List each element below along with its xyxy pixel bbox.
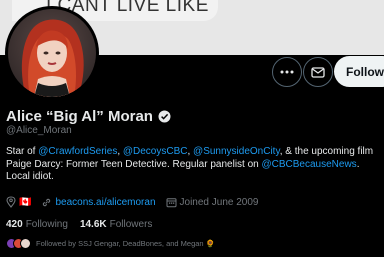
followers-count-link[interactable]: 14.6K Followers [80, 219, 152, 230]
joined-item: Joined June 2009 [166, 196, 259, 208]
display-name: Alice “Big Al” Moran [6, 108, 153, 125]
more-options-button[interactable] [272, 57, 302, 87]
mention-crawford-series[interactable]: @CrawfordSeries [38, 146, 117, 157]
website-item[interactable]: beacons.ai/alicemoran [41, 197, 156, 208]
follower-avatars [6, 238, 31, 249]
location-pin-icon [6, 196, 16, 208]
avatar-image [8, 9, 96, 97]
profile-handle: @Alice_Moran [6, 125, 72, 136]
followers-count: 14.6K [79, 219, 107, 230]
followed-by-row[interactable]: Followed by SSJ Gengar, DeadBones, and M… [6, 238, 215, 249]
link-icon [43, 198, 51, 206]
more-icon [280, 70, 294, 74]
verified-badge-icon[interactable] [158, 110, 171, 123]
followers-label: Followers [109, 219, 153, 230]
envelope-icon [311, 66, 325, 78]
mention-cbc-because-news[interactable]: @CBCBecauseNews [262, 159, 357, 170]
bio-text: Star of [6, 146, 39, 157]
calendar-icon [166, 197, 177, 207]
mention-decoys-cbc[interactable]: @DecoysCBC [123, 146, 188, 157]
website-link[interactable]: beacons.ai/alicemoran [55, 197, 155, 208]
following-label: Following [25, 219, 68, 230]
following-count: 420 [6, 219, 23, 230]
followed-by-text: Followed by SSJ Gengar, DeadBones, and M… [36, 239, 216, 248]
follow-button[interactable]: Follow [334, 56, 384, 87]
following-count-link[interactable]: 420 Following [6, 219, 68, 230]
joined-date: Joined June 2009 [179, 196, 259, 208]
location-flag: 🇨🇦 [19, 196, 32, 208]
mention-sunnyside-on-city[interactable]: @SunnysideOnCity [193, 146, 280, 157]
profile-avatar[interactable] [5, 6, 99, 100]
location-item: 🇨🇦 [6, 196, 31, 208]
profile-bio: Star of @CrawfordSeries, @DecoysCBC, @Su… [6, 146, 384, 184]
message-button[interactable] [303, 57, 333, 87]
avatar [20, 238, 31, 249]
